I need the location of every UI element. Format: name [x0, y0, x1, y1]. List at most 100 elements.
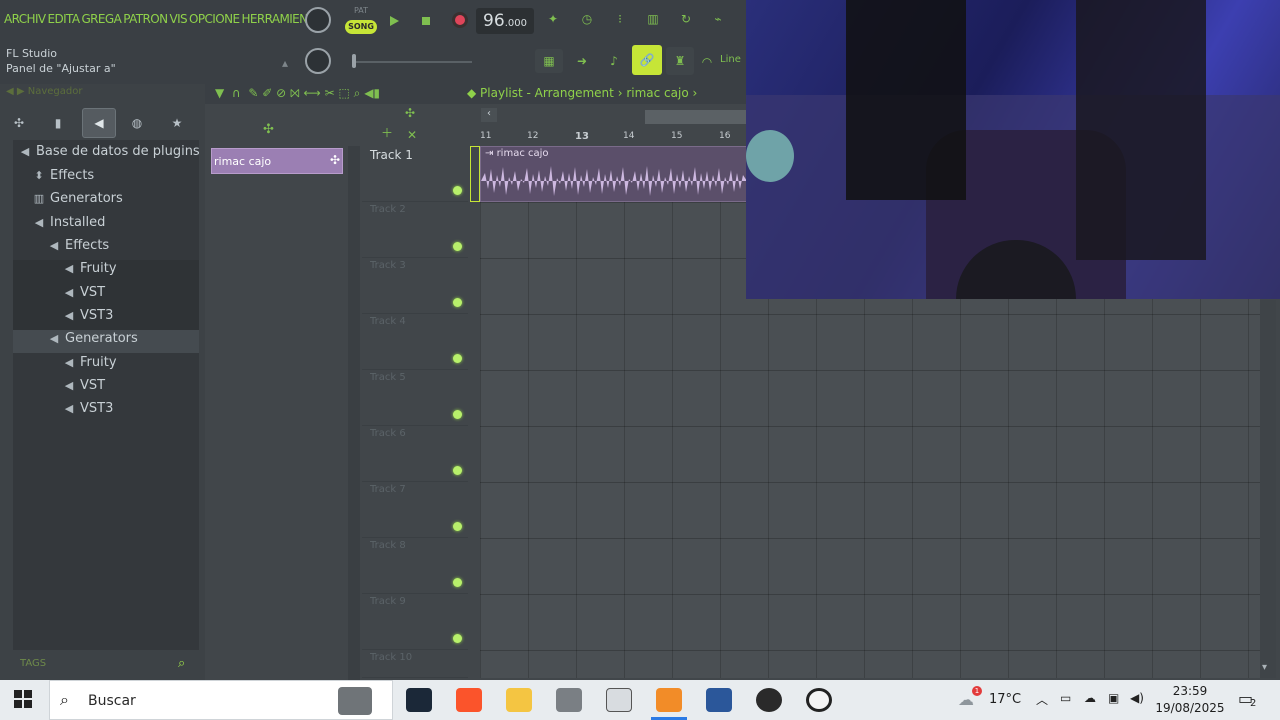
fl-studio-icon[interactable] [656, 688, 682, 712]
menu-arrow-icon[interactable]: ▼ [215, 86, 224, 100]
browser-title-row: ◀ ▶ Navegador [6, 86, 83, 97]
speaker-icon: ◀ [64, 309, 74, 322]
track-mute-led[interactable] [453, 186, 462, 195]
tab-all-icon[interactable]: ✣ [6, 112, 32, 134]
speaker-icon: ◀ [49, 332, 59, 345]
tab-files-icon[interactable]: ▮ [45, 112, 71, 134]
brave-icon[interactable] [456, 688, 482, 712]
cloud-icon[interactable]: ☁ [1084, 691, 1096, 705]
track-header[interactable]: Track 1 [362, 146, 468, 202]
menu-vista[interactable]: VIS [169, 12, 187, 26]
pat-song-toggle[interactable]: PAT SONG [345, 6, 377, 36]
master-pitch-knob[interactable] [305, 48, 331, 74]
track-mute-led[interactable] [453, 410, 462, 419]
track-mute-led[interactable] [453, 354, 462, 363]
snap-label[interactable]: Line [720, 54, 741, 65]
main-pitch-slider[interactable] [352, 61, 472, 63]
tags-label: TAGS [20, 658, 47, 669]
track-header[interactable]: Track 6 [362, 426, 468, 482]
track-mute-led[interactable] [453, 242, 462, 251]
taskbar-clock[interactable]: 23:59 19/08/2025 [1150, 683, 1230, 717]
magnet-icon[interactable]: ∩ [232, 86, 241, 100]
file-explorer-icon[interactable] [506, 688, 532, 712]
track-header[interactable]: Track 4 [362, 314, 468, 370]
record-button[interactable] [447, 9, 473, 31]
menu-archivo[interactable]: ARCHIV [4, 12, 46, 26]
playback-icon[interactable]: ◀▮ [364, 86, 380, 100]
mail-icon[interactable] [606, 688, 632, 712]
audio-icon[interactable]: ✣ [263, 122, 274, 137]
steam-icon[interactable] [406, 688, 432, 712]
track-header[interactable]: Track 10 [362, 650, 468, 678]
search-input[interactable]: Buscar [88, 693, 136, 709]
tab-plugins-icon[interactable]: ◀ [82, 108, 116, 138]
network-icon[interactable]: ▣ [1108, 691, 1119, 705]
track-header[interactable]: Track 7 [362, 482, 468, 538]
close-track-icon[interactable]: ✕ [407, 128, 417, 142]
chevron-up-icon[interactable]: ︿ [1036, 691, 1048, 708]
obs-icon[interactable] [756, 688, 782, 712]
track-mute-led[interactable] [453, 522, 462, 531]
pencil-icon[interactable]: ✎ [248, 86, 258, 100]
track-header[interactable]: Track 5 [362, 370, 468, 426]
stop-button[interactable] [413, 10, 439, 32]
device-icon[interactable]: ▭ [1060, 691, 1071, 705]
tempo-display[interactable]: 96.000 [476, 8, 534, 34]
piano-roll-icon[interactable]: ▦ [535, 49, 563, 73]
hint-title: FL Studio [6, 47, 57, 60]
master-volume-knob[interactable] [305, 7, 331, 33]
vertical-scrollbar[interactable] [1260, 300, 1276, 678]
zoom-icon[interactable]: ⌕ [354, 86, 361, 100]
headphones-icon[interactable]: ◠ [697, 52, 717, 72]
track-header[interactable]: Track 8 [362, 538, 468, 594]
track-mute-led[interactable] [453, 466, 462, 475]
step-edit-icon[interactable]: ▥ [640, 8, 666, 30]
link-icon[interactable]: 🔗 [632, 45, 662, 75]
windows-start-icon[interactable] [12, 688, 38, 712]
track-header[interactable]: Track 3 [362, 258, 468, 314]
audio-clip[interactable]: ⇥ rimac cajo [480, 146, 748, 202]
music-app-icon[interactable] [806, 688, 832, 712]
plugin-picker-icon[interactable]: ♪ [600, 49, 628, 73]
track-header[interactable]: Track 2 [362, 202, 468, 258]
arrow-right-icon[interactable]: ➜ [568, 49, 596, 73]
menu-opciones[interactable]: OPCIONE [189, 12, 240, 26]
plus-icon[interactable]: ＋ [381, 124, 393, 141]
mixer-icon[interactable]: ♜ [666, 47, 694, 75]
search-tags-icon[interactable]: ⌕ [178, 656, 185, 671]
paint-icon[interactable]: ✐ [262, 86, 272, 100]
menu-agregar[interactable]: GREGA [81, 12, 121, 26]
tree-root[interactable]: ◀ Base de datos de plugins [18, 144, 223, 166]
tab-web-icon[interactable]: ◍ [124, 112, 150, 134]
slider-handle[interactable] [352, 54, 356, 68]
slice-icon[interactable]: ✂ [325, 86, 335, 100]
track-header[interactable]: Track 9 [362, 594, 468, 650]
slip-icon[interactable]: ⟷ [304, 86, 321, 100]
wait-input-icon[interactable]: ◷ [574, 8, 600, 30]
track-mute-led[interactable] [453, 578, 462, 587]
countdown-icon[interactable]: ⁝ [607, 8, 633, 30]
menu-patron[interactable]: PATRON [123, 12, 168, 26]
track-mute-led[interactable] [453, 298, 462, 307]
taskbar-search[interactable]: ⌕ Buscar [49, 680, 393, 720]
picker-scrollbar[interactable] [348, 146, 360, 680]
tab-favorites-icon[interactable]: ★ [164, 112, 190, 134]
delete-icon[interactable]: ⊘ [276, 86, 286, 100]
track-mute-led[interactable] [453, 634, 462, 643]
volume-icon[interactable]: ◀) [1130, 691, 1144, 705]
stop-icon [422, 17, 430, 25]
store-icon[interactable] [556, 688, 582, 712]
mute-icon[interactable]: ⨝ [290, 86, 300, 100]
scroll-left-button[interactable]: ‹ [481, 108, 497, 122]
menu-editar[interactable]: EDITA [48, 12, 81, 26]
word-icon[interactable] [706, 688, 732, 712]
lock-icon[interactable]: ▴ [282, 56, 294, 72]
scroll-down-icon[interactable]: ▾ [1262, 662, 1267, 673]
select-icon[interactable]: ⬚ [338, 86, 349, 100]
pattern-picker-item[interactable]: rimac cajo ✣ [211, 148, 343, 174]
play-button[interactable] [381, 10, 407, 32]
add-track-icon[interactable]: ✣ [405, 106, 415, 120]
playhead-marker[interactable] [470, 146, 480, 202]
metronome-icon[interactable]: ✦ [540, 8, 566, 30]
loop-record-icon[interactable]: ↻ [673, 8, 699, 30]
